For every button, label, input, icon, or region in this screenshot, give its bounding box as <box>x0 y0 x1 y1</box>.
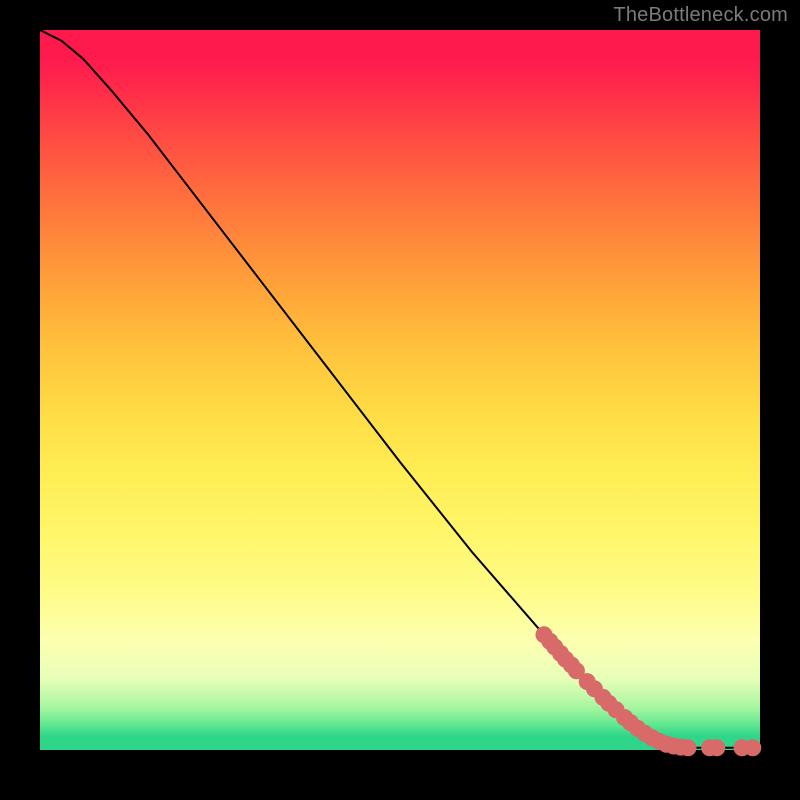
chart-svg <box>40 30 760 750</box>
data-point <box>745 740 761 756</box>
data-point <box>680 740 696 756</box>
watermark-text: TheBottleneck.com <box>613 4 788 27</box>
curve-line <box>40 30 760 748</box>
data-point <box>709 740 725 756</box>
chart-frame: TheBottleneck.com <box>0 0 800 800</box>
plot-area <box>40 30 760 750</box>
